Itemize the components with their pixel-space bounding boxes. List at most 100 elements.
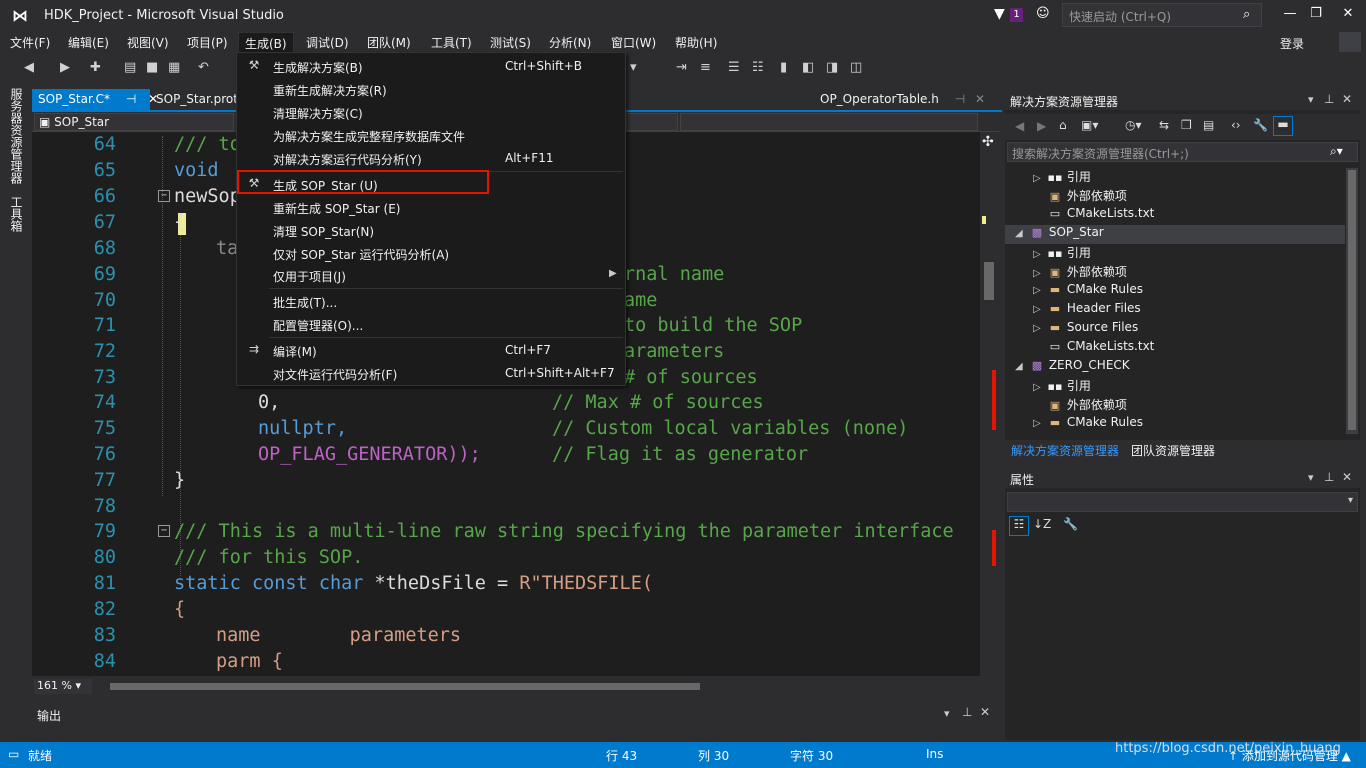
prev-bookmark-icon[interactable]: ◧	[802, 60, 814, 75]
chevron-down-icon[interactable]: ◢	[1015, 228, 1029, 239]
tree-item[interactable]: ▷ ▪▪ 引用	[1033, 244, 1091, 263]
close-icon[interactable]: ✕	[980, 705, 990, 719]
pin-icon[interactable]: ⊣	[126, 92, 136, 106]
menu-item-config-manager[interactable]: 配置管理器(O)...	[237, 313, 625, 335]
home-icon[interactable]: ⌂	[1059, 118, 1067, 132]
menu-team[interactable]: 团队(M)	[361, 32, 417, 53]
property-pages-icon[interactable]: 🔧	[1063, 517, 1078, 531]
chevron-right-icon[interactable]: ▷	[1033, 285, 1047, 296]
tree-item[interactable]: ▷ ▪▪ 引用	[1033, 168, 1091, 187]
forward-icon[interactable]: ▶	[60, 60, 70, 75]
forward-icon[interactable]: ▶	[1037, 119, 1046, 133]
chevron-right-icon[interactable]: ▷	[1033, 323, 1047, 334]
pin-icon[interactable]: ⊥	[1324, 92, 1334, 106]
tab-sop-star-proto[interactable]: SOP_Star.prot	[150, 89, 244, 111]
tree-item[interactable]: ▷ ▬ Source Files	[1033, 320, 1138, 339]
close-icon[interactable]: ✕	[1342, 92, 1352, 106]
menu-tools[interactable]: 工具(T)	[425, 32, 478, 53]
member-scope-dropdown[interactable]	[680, 113, 978, 131]
preview-icon[interactable]: ▬	[1273, 116, 1293, 136]
quick-launch-input[interactable]: 快速启动 (Ctrl+Q)	[1062, 3, 1262, 27]
indent-icon[interactable]: ≡	[700, 60, 711, 75]
menu-item-generate-pdb[interactable]: 为解决方案生成完整程序数据库文件	[237, 124, 625, 146]
save-all-icon[interactable]: ▦	[168, 60, 180, 75]
uncomment-icon[interactable]: ☷	[752, 60, 764, 75]
open-folder-icon[interactable]: ▤	[124, 60, 136, 75]
tree-item-project[interactable]: ◢ ▩ ZERO_CHECK	[1015, 358, 1130, 377]
close-icon[interactable]: ✕	[1342, 470, 1352, 484]
chevron-right-icon[interactable]: ▷	[1033, 304, 1047, 315]
switch-view-icon[interactable]: ▣▾	[1081, 118, 1098, 132]
toolbox-tab[interactable]: 工具箱	[8, 196, 25, 232]
scrollbar-thumb[interactable]	[984, 262, 994, 300]
chevron-right-icon[interactable]: ▷	[1033, 249, 1047, 260]
chevron-right-icon[interactable]: ▷	[1033, 268, 1047, 279]
solution-search-input[interactable]: 搜索解决方案资源管理器(Ctrl+;)	[1007, 142, 1358, 162]
maximize-button[interactable]: ❐	[1304, 6, 1328, 26]
menu-view[interactable]: 视图(V)	[121, 32, 175, 53]
dropdown-icon[interactable]: ▾	[1308, 471, 1314, 484]
split-editor-icon[interactable]: ✣	[982, 134, 994, 150]
chevron-down-icon[interactable]: ◢	[1015, 361, 1029, 372]
menu-project[interactable]: 项目(P)	[181, 32, 234, 53]
menu-item-compile[interactable]: ⇉ 编译(M) Ctrl+F7	[237, 339, 625, 361]
back-icon[interactable]: ◀	[24, 60, 34, 75]
menu-item-batch-build[interactable]: 批生成(T)...	[237, 290, 625, 312]
menu-item-clean-solution[interactable]: 清理解决方案(C)	[237, 101, 625, 123]
tab-solution-explorer[interactable]: 解决方案资源管理器	[1011, 442, 1119, 459]
menu-build[interactable]: 生成(B)	[238, 32, 294, 53]
menu-item-analyze-file[interactable]: 对文件运行代码分析(F) Ctrl+Shift+Alt+F7	[237, 362, 625, 384]
tree-item[interactable]: ▷ ▪▪ 引用	[1033, 377, 1091, 396]
save-icon[interactable]: ■	[146, 60, 158, 75]
tree-item[interactable]: ▭ CMakeLists.txt	[1033, 206, 1155, 225]
feedback-icon[interactable]: ☺	[1036, 6, 1050, 21]
pin-icon[interactable]: ⊣	[955, 92, 965, 106]
properties-object-dropdown[interactable]: ▾	[1007, 492, 1358, 512]
menu-analyze[interactable]: 分析(N)	[543, 32, 597, 53]
next-bookmark-icon[interactable]: ◨	[826, 60, 838, 75]
chevron-right-icon[interactable]: ▷	[1033, 418, 1047, 429]
project-scope-dropdown[interactable]: ▣ SOP_Star	[34, 113, 234, 131]
alphabetical-icon[interactable]: ↓Z	[1033, 517, 1051, 531]
show-all-files-icon[interactable]: ▤	[1203, 118, 1214, 132]
tree-item[interactable]: ▣ 外部依赖项	[1033, 396, 1127, 415]
collapse-toggle[interactable]: −	[158, 190, 170, 202]
type-scope-dropdown[interactable]	[626, 113, 678, 131]
pending-changes-icon[interactable]: ◷▾	[1125, 118, 1142, 132]
pin-icon[interactable]: ⊥	[962, 705, 972, 719]
tab-sop-star-c[interactable]: SOP_Star.C* ⊣ ✕	[32, 89, 158, 111]
avatar[interactable]	[1339, 32, 1361, 52]
comment-icon[interactable]: ☰	[728, 60, 740, 75]
menu-item-clean-project[interactable]: 清理 SOP_Star(N)	[237, 219, 625, 241]
menu-item-run-code-analysis-solution[interactable]: 对解决方案运行代码分析(Y) Alt+F11	[237, 147, 625, 169]
properties-wrench-icon[interactable]: 🔧	[1253, 118, 1268, 132]
menu-edit[interactable]: 编辑(E)	[62, 32, 115, 53]
tab-op-operator-table[interactable]: OP_OperatorTable.h ⊣ ✕	[814, 89, 991, 111]
menu-item-rebuild-project[interactable]: 重新生成 SOP_Star (E)	[237, 196, 625, 218]
undo-icon[interactable]: ↶	[198, 60, 209, 75]
tree-item[interactable]: ▭ CMakeLists.txt	[1033, 339, 1155, 358]
sync-icon[interactable]: ⇆	[1159, 118, 1169, 132]
minimize-button[interactable]: —	[1278, 6, 1302, 26]
bookmark-icon[interactable]: ▮	[780, 60, 787, 75]
menu-item-rebuild-solution[interactable]: 重新生成解决方案(R)	[237, 78, 625, 100]
close-icon[interactable]: ✕	[975, 92, 985, 106]
sign-in-link[interactable]: 登录	[1280, 35, 1304, 52]
menu-item-project-only[interactable]: 仅用于项目(J) ▶	[237, 264, 625, 286]
collapse-all-icon[interactable]: ❐	[1181, 118, 1192, 132]
menu-help[interactable]: 帮助(H)	[669, 32, 723, 53]
back-icon[interactable]: ◀	[1015, 119, 1024, 133]
menu-debug[interactable]: 调试(D)	[300, 32, 355, 53]
search-icon[interactable]: ⌕▾	[1330, 144, 1343, 159]
menu-file[interactable]: 文件(F)	[4, 32, 56, 53]
collapse-toggle[interactable]: −	[158, 525, 170, 537]
code-view-icon[interactable]: ‹›	[1231, 118, 1241, 132]
tree-item[interactable]: ▷ ▬ CMake Rules	[1033, 282, 1143, 301]
solution-scrollbar-thumb[interactable]	[1348, 170, 1356, 430]
clear-bookmark-icon[interactable]: ◫	[850, 60, 862, 75]
tree-item-project[interactable]: ◢ ▩ SOP_Star	[1015, 225, 1104, 244]
close-button[interactable]: ✕	[1336, 6, 1360, 26]
server-explorer-tab[interactable]: 服务器资源管理器	[8, 88, 25, 184]
filter-icon[interactable]: ▼	[994, 6, 1005, 22]
tab-team-explorer[interactable]: 团队资源管理器	[1131, 442, 1215, 459]
